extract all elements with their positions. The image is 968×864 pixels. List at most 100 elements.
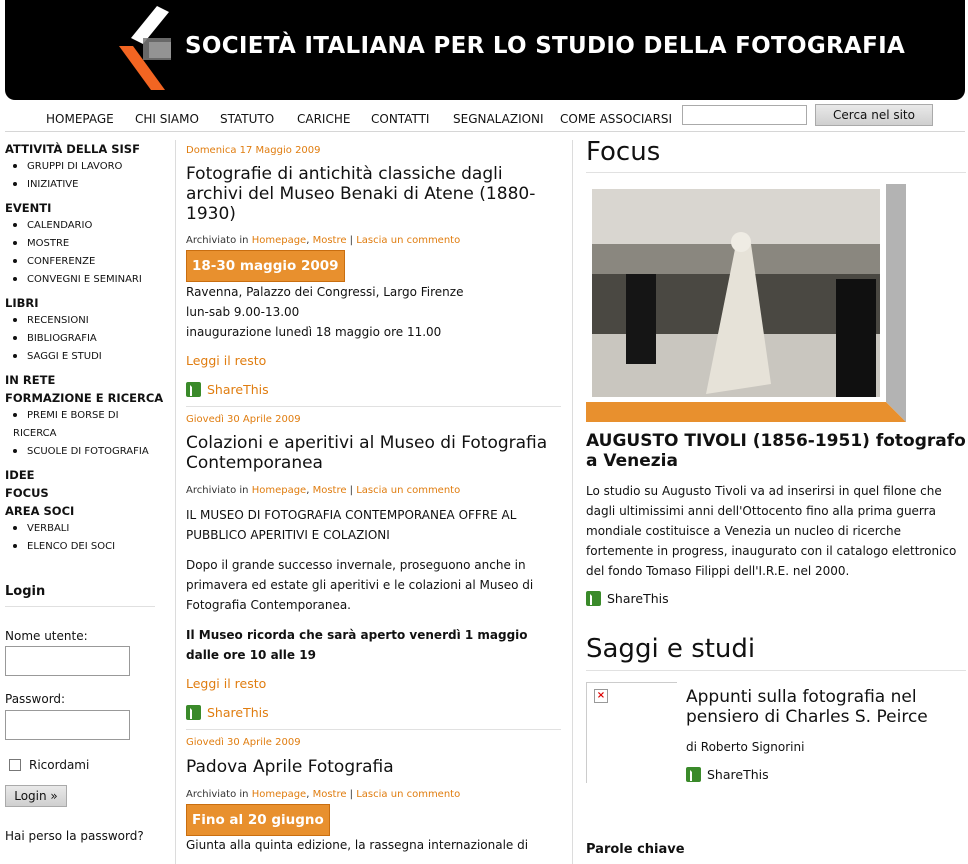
password-label: Password:	[5, 692, 66, 706]
post-title[interactable]: Colazioni e aperitivi al Museo di Fotogr…	[186, 433, 561, 473]
bullet-icon	[13, 544, 17, 548]
keywords-heading: Parole chiave	[586, 842, 685, 857]
sidebar-section-area-soci[interactable]: AREA SOCI	[5, 502, 160, 520]
bullet-icon	[13, 223, 17, 227]
nav-statuto[interactable]: STATUTO	[220, 112, 274, 126]
post-date: Giovedì 30 Aprile 2009	[186, 737, 301, 748]
sidebar-item-iniziative[interactable]: INIZIATIVE	[5, 176, 160, 194]
comment-link[interactable]: Lascia un commento	[356, 789, 460, 800]
sidebar-item-convegni[interactable]: CONVEGNI E SEMINARI	[5, 271, 160, 289]
bullet-icon	[13, 241, 17, 245]
sidebar-section-formazione[interactable]: FORMAZIONE E RICERCA	[5, 389, 163, 407]
bullet-icon	[13, 259, 17, 263]
nav-homepage[interactable]: HOMEPAGE	[46, 112, 114, 126]
post-date: Giovedì 30 Aprile 2009	[186, 414, 301, 425]
sharethis-button[interactable]: ShareThis	[586, 591, 669, 606]
saggi-article-author: di Roberto Signorini	[686, 740, 805, 754]
category-link-mostre[interactable]: Mostre	[313, 789, 347, 800]
event-date-badge: Fino al 20 giugno	[186, 804, 330, 836]
category-link-mostre[interactable]: Mostre	[313, 235, 347, 246]
sidebar-section-in-rete[interactable]: IN RETE	[5, 371, 160, 389]
share-icon	[586, 591, 601, 606]
sidebar-item-recensioni[interactable]: RECENSIONI	[5, 312, 160, 330]
sidebar-item-verbali[interactable]: VERBALI	[5, 520, 160, 538]
sidebar-item-bibliografia[interactable]: BIBLIOGRAFIA	[5, 330, 160, 348]
site-title[interactable]: SOCIETÀ ITALIANA PER LO STUDIO DELLA FOT…	[185, 33, 905, 59]
sidebar-item-gruppi-di-lavoro[interactable]: GRUPPI DI LAVORO	[5, 158, 160, 176]
bullet-icon	[13, 318, 17, 322]
focus-article-body: Lo studio su Augusto Tivoli va ad inseri…	[586, 484, 957, 578]
focus-photo[interactable]	[586, 184, 906, 422]
post-meta: Archiviato in Homepage, Mostre | Lascia …	[186, 235, 461, 246]
sidebar-item-saggi-e-studi[interactable]: SAGGI E STUDI	[5, 348, 160, 366]
sharethis-button[interactable]: ShareThis	[686, 767, 769, 782]
comment-link[interactable]: Lascia un commento	[356, 235, 460, 246]
column-divider	[572, 140, 573, 864]
nav-contatti[interactable]: CONTATTI	[371, 112, 429, 126]
left-sidebar: ATTIVITÀ DELLA SISF GRUPPI DI LAVORO INI…	[5, 140, 163, 556]
sidebar-item-premi-e-borse[interactable]: PREMI E BORSE DI	[5, 407, 160, 425]
login-button[interactable]: Login »	[5, 785, 67, 807]
bullet-icon	[13, 164, 17, 168]
sidebar-section-focus[interactable]: FOCUS	[5, 484, 160, 502]
bullet-icon	[13, 336, 17, 340]
sharethis-button[interactable]: ShareThis	[186, 382, 269, 397]
bullet-icon	[13, 182, 17, 186]
sidebar-section-attivita[interactable]: ATTIVITÀ DELLA SISF	[5, 140, 160, 158]
sidebar-item-elenco-dei-soci[interactable]: ELENCO DEI SOCI	[5, 538, 160, 556]
search-button[interactable]: Cerca nel sito	[815, 104, 933, 126]
sidebar-section-idee[interactable]: IDEE	[5, 466, 160, 484]
saggi-divider	[586, 670, 966, 671]
category-link-mostre[interactable]: Mostre	[313, 485, 347, 496]
sidebar-item-ricerca[interactable]: RICERCA	[5, 425, 160, 443]
sidebar-item-conferenze[interactable]: CONFERENZE	[5, 253, 160, 271]
category-link-homepage[interactable]: Homepage	[252, 789, 307, 800]
sidebar-section-libri[interactable]: LIBRI	[5, 294, 160, 312]
share-icon	[186, 382, 201, 397]
focus-divider	[586, 172, 966, 173]
nav-divider	[5, 131, 965, 132]
post-paragraph: Giunta alla quinta edizione, la rassegna…	[186, 838, 529, 852]
post-line: Ravenna, Palazzo dei Congressi, Largo Fi…	[186, 285, 464, 299]
username-input[interactable]	[5, 646, 130, 676]
bullet-icon	[13, 277, 17, 281]
sidebar-item-scuole-di-fotografia[interactable]: SCUOLE DI FOTOGRAFIA	[5, 443, 160, 461]
saggi-article-title[interactable]: Appunti sulla fotografia nel pensiero di…	[686, 687, 956, 727]
username-label: Nome utente:	[5, 629, 88, 643]
remember-checkbox[interactable]	[9, 759, 21, 771]
sidebar-item-mostre[interactable]: MOSTRE	[5, 235, 160, 253]
post-date: Domenica 17 Maggio 2009	[186, 145, 321, 156]
focus-article-title[interactable]: AUGUSTO TIVOLI (1856-1951) fotografo a V…	[586, 431, 966, 471]
event-date-badge: 18-30 maggio 2009	[186, 250, 345, 282]
broken-image-icon: ×	[594, 689, 608, 703]
post-paragraph: Il Museo ricorda che sarà aperto venerdì…	[186, 628, 528, 662]
sidebar-section-eventi[interactable]: EVENTI	[5, 199, 160, 217]
share-icon	[186, 705, 201, 720]
post-divider	[186, 406, 561, 407]
login-title: Login	[5, 584, 46, 599]
post-title[interactable]: Padova Aprile Fotografia	[186, 757, 561, 777]
password-input[interactable]	[5, 710, 130, 740]
nav-segnalazioni[interactable]: SEGNALAZIONI	[453, 112, 544, 126]
nav-cariche[interactable]: CARICHE	[297, 112, 350, 126]
read-more-link[interactable]: Leggi il resto	[186, 676, 266, 691]
nav-come-associarsi[interactable]: COME ASSOCIARSI	[560, 112, 672, 126]
category-link-homepage[interactable]: Homepage	[252, 485, 307, 496]
post-line: inaugurazione lunedì 18 maggio ore 11.00	[186, 325, 442, 339]
column-divider	[175, 140, 176, 864]
post-title[interactable]: Fotografie di antichità classiche dagli …	[186, 164, 561, 224]
category-link-homepage[interactable]: Homepage	[252, 235, 307, 246]
post-divider	[186, 729, 561, 730]
sisf-logo[interactable]	[113, 4, 175, 96]
share-icon	[686, 767, 701, 782]
broken-image: ×	[586, 682, 677, 783]
read-more-link[interactable]: Leggi il resto	[186, 353, 266, 368]
comment-link[interactable]: Lascia un commento	[356, 485, 460, 496]
search-input[interactable]	[682, 105, 807, 125]
sharethis-button[interactable]: ShareThis	[186, 705, 269, 720]
sidebar-item-calendario[interactable]: CALENDARIO	[5, 217, 160, 235]
bullet-icon	[13, 526, 17, 530]
forgot-password-link[interactable]: Hai perso la password?	[5, 829, 144, 843]
nav-chi-siamo[interactable]: CHI SIAMO	[135, 112, 199, 126]
post-meta: Archiviato in Homepage, Mostre | Lascia …	[186, 485, 461, 496]
